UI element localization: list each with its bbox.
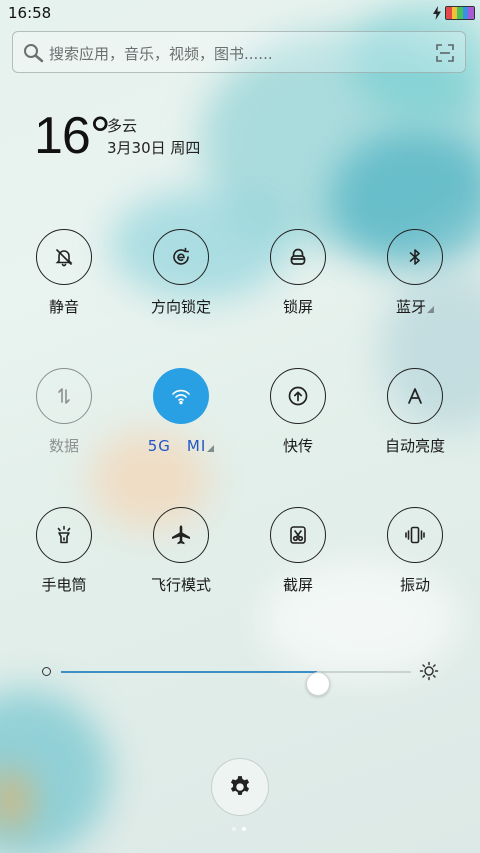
toggle-wifi[interactable]: 5G MI [131, 368, 231, 456]
weather-date: 3月30日 周四 [107, 139, 201, 157]
toggle-lock-screen-button[interactable] [270, 229, 326, 285]
brightness-thumb[interactable] [305, 672, 330, 696]
toggle-lock-screen-label: 锁屏 [282, 298, 313, 316]
charging-icon [433, 6, 441, 20]
brightness-slider[interactable] [36, 658, 446, 696]
toggle-airplane-mode[interactable]: 飞行模式 [131, 507, 231, 595]
temperature: 16° [34, 107, 111, 165]
search-input[interactable]: 搜索应用，音乐，视频，图书...... [49, 43, 273, 64]
page-indicator [232, 827, 246, 831]
menu-indicator-icon[interactable] [427, 306, 434, 313]
scan-icon[interactable] [435, 43, 455, 63]
toggle-bluetooth[interactable]: 蓝牙 [365, 229, 465, 317]
toggle-bluetooth-button[interactable] [387, 229, 443, 285]
toggle-mute-button[interactable] [36, 229, 92, 285]
page-dot [242, 827, 246, 831]
brightness-high-icon [419, 661, 439, 681]
brightness-low-icon [42, 667, 51, 676]
screenshot-icon [290, 526, 306, 544]
toggle-quick-transfer-label: 快传 [282, 437, 313, 455]
toggle-flashlight-button[interactable] [36, 507, 92, 563]
toggle-wifi-button[interactable] [153, 368, 209, 424]
toggle-auto-brightness-label: 自动亮度 [384, 437, 445, 455]
bell-mute-icon [55, 249, 73, 267]
page-dot [232, 827, 236, 831]
toggle-rotation-lock-label: 方向锁定 [150, 298, 211, 316]
rotation-lock-icon [173, 247, 189, 265]
toggle-vibrate-label: 振动 [399, 576, 430, 594]
toggle-airplane-mode-label: 飞行模式 [150, 576, 211, 594]
toggle-mute-label: 静音 [48, 298, 79, 316]
toggle-screenshot[interactable]: 截屏 [248, 507, 348, 595]
toggle-bluetooth-label: 蓝牙 [365, 296, 465, 317]
toggle-auto-brightness[interactable]: 自动亮度 [365, 368, 465, 456]
wifi-icon [172, 389, 190, 405]
toggle-wifi-label: 5G MI [131, 435, 231, 456]
weather-info: 多云 3月30日 周四 [107, 115, 200, 159]
toggle-quick-transfer[interactable]: 快传 [248, 368, 348, 456]
toggle-vibrate[interactable]: 振动 [365, 507, 465, 595]
flashlight-icon [57, 525, 71, 544]
toggle-mobile-data-label: 数据 [48, 437, 79, 455]
airplane-icon [172, 525, 190, 545]
battery-icon [445, 6, 475, 20]
transfer-icon [288, 386, 308, 406]
lock-icon [290, 248, 306, 265]
toggle-mobile-data-button[interactable] [36, 368, 92, 424]
brightness-fill [61, 671, 317, 673]
battery-segment [468, 7, 474, 19]
toggle-quick-transfer-button[interactable] [270, 368, 326, 424]
status-time: 16:58 [8, 4, 52, 22]
toggle-screenshot-label: 截屏 [282, 576, 313, 594]
brightness-track[interactable] [61, 671, 411, 696]
status-bar: 16:58 [0, 0, 480, 26]
vibrate-icon [405, 526, 425, 544]
toggle-flashlight[interactable]: 手电筒 [14, 507, 114, 595]
settings-button[interactable] [211, 758, 269, 816]
toggle-mobile-data[interactable]: 数据 [14, 368, 114, 456]
toggle-rotation-lock[interactable]: 方向锁定 [131, 229, 231, 317]
gear-icon [230, 776, 250, 795]
toggle-auto-brightness-button[interactable] [387, 368, 443, 424]
toggle-lock-screen[interactable]: 锁屏 [248, 229, 348, 317]
toggle-rotation-lock-button[interactable] [153, 229, 209, 285]
bluetooth-icon [409, 249, 420, 265]
weather-condition: 多云 [107, 117, 138, 135]
toggle-mute[interactable]: 静音 [14, 229, 114, 317]
search-icon [24, 44, 44, 63]
search-bar[interactable]: 搜索应用，音乐，视频，图书...... [12, 31, 466, 73]
toggle-flashlight-label: 手电筒 [41, 576, 87, 594]
toggle-vibrate-button[interactable] [387, 507, 443, 563]
auto-brightness-icon [408, 388, 422, 404]
menu-indicator-icon[interactable] [207, 445, 215, 452]
toggle-airplane-mode-button[interactable] [153, 507, 209, 563]
mobile-data-icon [58, 388, 70, 404]
toggle-screenshot-button[interactable] [270, 507, 326, 563]
